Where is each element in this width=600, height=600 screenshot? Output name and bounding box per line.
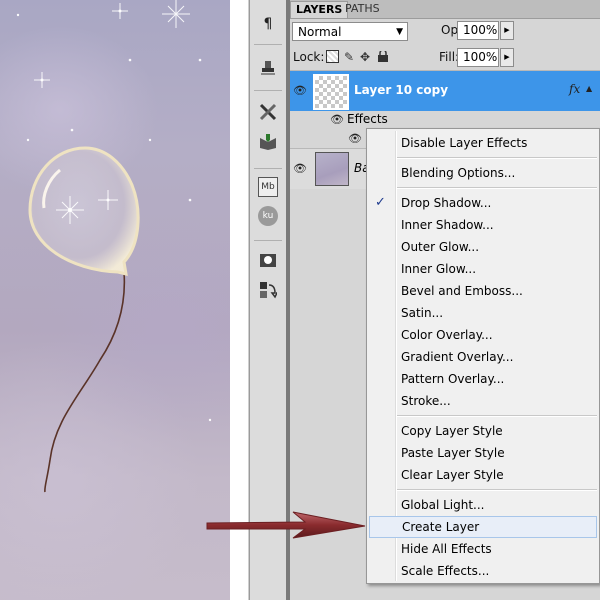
menu-item-drop-shadow[interactable]: Drop Shadow...	[369, 192, 597, 214]
balloon-artwork	[16, 0, 212, 493]
ku-label: ku	[258, 206, 278, 226]
menu-separator	[397, 489, 597, 491]
menu-separator	[397, 157, 597, 159]
expand-effects-icon[interactable]: ▲	[586, 84, 592, 93]
lock-pixels-icon[interactable]: ✎	[344, 50, 354, 64]
fill-field[interactable]: 100%	[457, 48, 499, 67]
layer-thumbnail[interactable]	[313, 74, 349, 110]
tab-paths[interactable]: PATHS	[340, 1, 385, 17]
camera-icon[interactable]	[257, 249, 279, 271]
effects-label: Effects	[347, 112, 388, 126]
stamp-icon[interactable]	[257, 57, 279, 79]
effects-row[interactable]: 👁 Effects	[290, 111, 600, 129]
menu-item-inner-shadow[interactable]: Inner Shadow...	[369, 214, 597, 236]
eye-icon[interactable]: 👁	[330, 113, 344, 126]
toolbar-divider	[254, 90, 282, 91]
menu-separator	[397, 187, 597, 189]
swap-icon[interactable]	[257, 279, 279, 301]
lock-all-icon[interactable]	[378, 49, 388, 65]
toolbar-divider	[254, 168, 282, 169]
menu-item-pattern-overlay[interactable]: Pattern Overlay...	[369, 368, 597, 390]
document-canvas[interactable]	[0, 0, 230, 600]
tools-icon[interactable]	[257, 101, 279, 123]
lock-transparent-icon[interactable]	[326, 50, 339, 63]
menu-item-paste-layer-style[interactable]: Paste Layer Style	[369, 442, 597, 464]
menu-item-hide-all-effects[interactable]: Hide All Effects	[369, 538, 597, 560]
menu-item-inner-glow[interactable]: Inner Glow...	[369, 258, 597, 280]
mb-label: Mb	[258, 177, 278, 197]
menu-item-stroke[interactable]: Stroke...	[369, 390, 597, 412]
pointer-arrow-icon	[206, 511, 366, 539]
menu-separator	[397, 415, 597, 417]
opacity-slider-button[interactable]: ▶	[500, 21, 514, 40]
menu-item-create-layer[interactable]: Create Layer	[369, 516, 597, 538]
lock-label: Lock:	[293, 50, 325, 64]
menu-item-clear-layer-style[interactable]: Clear Layer Style	[369, 464, 597, 486]
opacity-field[interactable]: 100%	[457, 21, 499, 40]
toolbar-divider	[254, 240, 282, 241]
menu-item-outer-glow[interactable]: Outer Glow...	[369, 236, 597, 258]
mb-icon[interactable]: Mb	[257, 176, 279, 198]
blend-mode-select[interactable]: Normal ▼	[292, 22, 408, 41]
book-icon[interactable]	[257, 131, 279, 153]
layer-thumbnail[interactable]	[315, 152, 349, 186]
menu-item-gradient-overlay[interactable]: Gradient Overlay...	[369, 346, 597, 368]
toolbar-divider	[254, 44, 282, 45]
menu-item-copy-layer-style[interactable]: Copy Layer Style	[369, 420, 597, 442]
fx-icon[interactable]: fx	[569, 82, 580, 96]
eye-icon[interactable]: 👁	[293, 84, 307, 97]
menu-item-color-overlay[interactable]: Color Overlay...	[369, 324, 597, 346]
menu-item-satin[interactable]: Satin...	[369, 302, 597, 324]
blend-mode-value: Normal	[298, 25, 342, 39]
menu-item-global-light[interactable]: Global Light...	[369, 494, 597, 516]
eye-icon[interactable]: 👁	[348, 132, 362, 145]
menu-item-bevel-and-emboss[interactable]: Bevel and Emboss...	[369, 280, 597, 302]
paragraph-icon[interactable]: ¶	[257, 13, 279, 35]
chevron-down-icon: ▼	[396, 27, 403, 37]
fill-slider-button[interactable]: ▶	[500, 48, 514, 67]
panel-tabs: LAYERS PATHS	[290, 0, 600, 19]
eye-icon[interactable]: 👁	[293, 162, 307, 175]
menu-item-disable-layer-effects[interactable]: Disable Layer Effects	[369, 132, 597, 154]
layer-row-layer-10-copy[interactable]: 👁 Layer 10 copy fx ▲	[290, 70, 600, 111]
ku-icon[interactable]: ku	[257, 205, 279, 227]
menu-item-blending-options[interactable]: Blending Options...	[369, 162, 597, 184]
lock-position-icon[interactable]: ✥	[360, 50, 370, 64]
menu-item-scale-effects[interactable]: Scale Effects...	[369, 560, 597, 582]
layer-style-context-menu: Disable Layer Effects Blending Options..…	[366, 128, 600, 584]
layer-name[interactable]: Layer 10 copy	[354, 83, 448, 97]
